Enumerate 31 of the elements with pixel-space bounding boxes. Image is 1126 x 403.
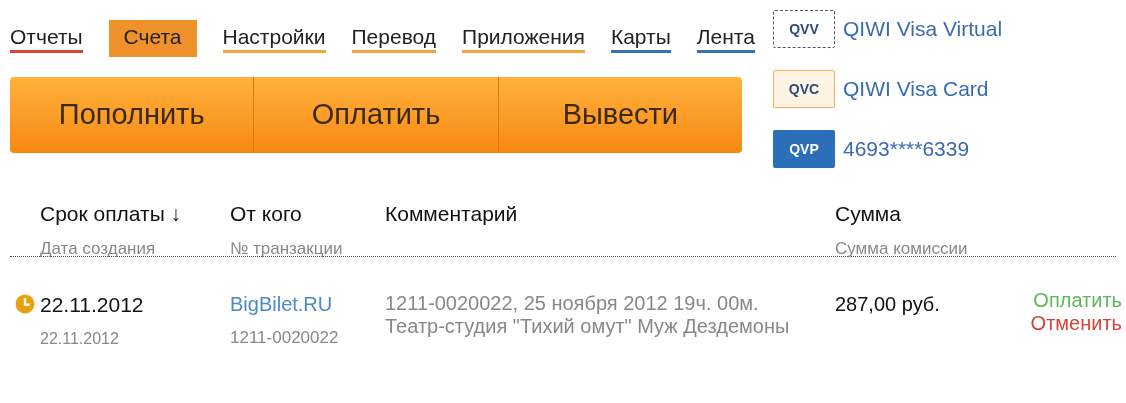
- action-button[interactable]: Пополнить: [10, 77, 254, 153]
- card-icon: QVV: [773, 10, 835, 48]
- column-header: Комментарий: [385, 201, 518, 227]
- nav-tab[interactable]: Лента: [696, 24, 755, 53]
- action-button[interactable]: Вывести: [497, 77, 742, 153]
- card-icon: QVC: [773, 70, 835, 108]
- column-header: От кого: [230, 201, 302, 227]
- cancel-link[interactable]: Отменить: [1030, 312, 1122, 335]
- nav-tab[interactable]: Отчеты: [10, 24, 83, 53]
- nav-tab[interactable]: Приложения: [462, 24, 585, 53]
- sender-link[interactable]: BigBilet.RU: [230, 289, 333, 319]
- amount-text: 287,00 руб.: [835, 293, 940, 315]
- due-date: 22.11.2012: [40, 292, 144, 318]
- column-subheader: № транзакции: [230, 237, 343, 260]
- card-icon: QVP: [773, 130, 835, 168]
- column-header: Сумма: [835, 201, 901, 227]
- column-subheader: Сумма комиссии: [835, 237, 968, 260]
- action-button[interactable]: Оплатить: [253, 77, 498, 153]
- clock-icon: [15, 294, 35, 314]
- column-subheader: Дата создания: [40, 237, 156, 260]
- card-link[interactable]: 4693****6339: [843, 133, 970, 165]
- created-date: 22.11.2012: [40, 328, 119, 349]
- nav-tab[interactable]: Настройки: [222, 24, 326, 53]
- nav-tab[interactable]: Карты: [610, 24, 671, 53]
- column-header[interactable]: Срок оплаты ↓: [40, 198, 182, 230]
- nav-tab[interactable]: Перевод: [351, 24, 437, 53]
- comment-text: 1211-0020022, 25 ноября 2012 19ч. 00м. Театр-студия "Тихий омут" Муж Дездемоны: [385, 291, 791, 338]
- card-link[interactable]: QIWI Visa Virtual: [843, 13, 1003, 45]
- nav-tab[interactable]: Счета: [108, 20, 197, 57]
- transaction-number: 1211-0020022: [230, 327, 339, 349]
- card-link[interactable]: QIWI Visa Card: [843, 73, 989, 105]
